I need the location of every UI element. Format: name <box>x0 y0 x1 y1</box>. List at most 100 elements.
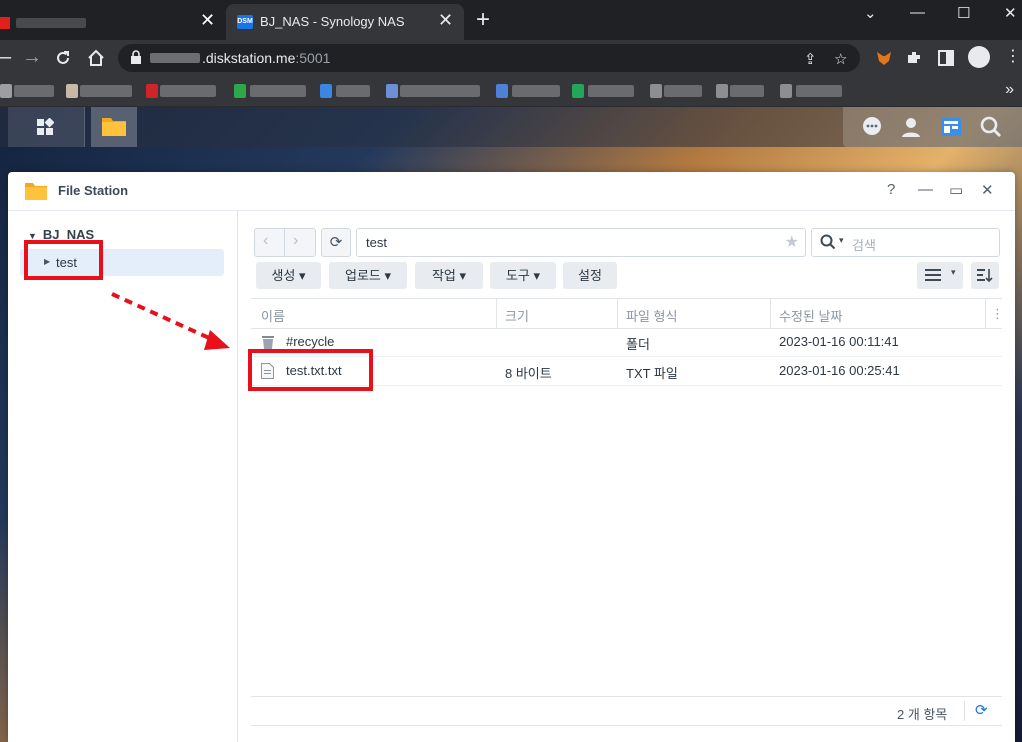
file-modified: 2023-01-16 00:11:41 <box>779 334 899 349</box>
column-name[interactable]: 이름 <box>261 306 285 325</box>
blurred-tab-title <box>16 18 86 28</box>
taskbar-file-station[interactable] <box>91 107 137 147</box>
dsm-favicon: DSM <box>237 15 253 29</box>
browser-tab-previous[interactable]: ✕ <box>0 4 222 40</box>
bookmark-favicon[interactable] <box>66 84 78 98</box>
bookmark-favicon[interactable] <box>780 84 792 98</box>
folder-icon <box>102 118 126 136</box>
search-icon[interactable] <box>980 116 1002 138</box>
column-size[interactable]: 크기 <box>505 306 529 325</box>
column-separator[interactable] <box>617 299 618 328</box>
maximize-window-icon[interactable]: ☐ <box>957 4 970 22</box>
bookmark-favicon[interactable] <box>716 84 728 98</box>
minimize-window-icon[interactable]: — <box>910 4 925 21</box>
bookmark-item[interactable] <box>160 85 216 97</box>
status-bar: 2 개 항목 ⟳ <box>251 696 1002 726</box>
more-bookmarks-icon[interactable]: » <box>1005 81 1014 99</box>
bookmark-favicon[interactable] <box>386 84 398 98</box>
column-separator[interactable] <box>496 299 497 328</box>
highlight-box-tree-item <box>24 240 103 280</box>
view-caret-icon[interactable]: ▾ <box>951 267 956 278</box>
bookmark-item[interactable] <box>730 85 764 97</box>
bookmark-item[interactable] <box>588 85 634 97</box>
metamask-icon[interactable] <box>874 48 894 68</box>
reload-icon[interactable] <box>54 49 72 67</box>
column-separator[interactable] <box>770 299 771 328</box>
annotation-arrow <box>111 292 230 350</box>
home-icon[interactable] <box>86 48 106 68</box>
extensions-puzzle-icon[interactable] <box>905 49 923 67</box>
file-list-header: 이름 크기 파일 형식 수정된 날짜 ⋮ <box>251 298 1004 329</box>
favorite-star-icon[interactable]: ★ <box>785 232 799 252</box>
bookmark-item[interactable] <box>250 85 306 97</box>
column-options-icon[interactable]: ⋮ <box>991 306 1004 322</box>
close-tab-icon[interactable]: ✕ <box>200 10 215 31</box>
column-separator[interactable] <box>985 299 986 328</box>
side-panel-icon[interactable] <box>938 50 954 66</box>
bookmark-item[interactable] <box>14 85 54 97</box>
path-text: test <box>366 235 387 250</box>
profile-avatar[interactable] <box>968 46 990 68</box>
upload-button[interactable]: 업로드 ▾ <box>329 262 407 289</box>
bookmark-favicon[interactable] <box>496 84 508 98</box>
maximize-icon[interactable]: ▭ <box>949 181 963 199</box>
view-mode-button[interactable]: ▾ <box>917 262 963 289</box>
bookmark-item[interactable] <box>400 85 480 97</box>
file-type: 폴더 <box>626 337 650 352</box>
main-menu-grid-icon[interactable] <box>36 118 54 136</box>
tab-search-chevron-icon[interactable]: ⌄ <box>864 4 877 22</box>
column-type[interactable]: 파일 형식 <box>626 306 677 325</box>
bookmark-favicon[interactable] <box>0 84 12 98</box>
forward-icon[interactable]: → <box>22 46 42 69</box>
minimize-icon[interactable]: — <box>918 181 933 198</box>
highlight-box-file <box>248 349 373 391</box>
bookmark-item[interactable] <box>336 85 370 97</box>
new-tab-icon[interactable]: + <box>476 6 490 34</box>
chrome-menu-icon[interactable]: ⋮ <box>1005 46 1021 66</box>
column-modified[interactable]: 수정된 날짜 <box>779 306 842 325</box>
search-options-caret-icon[interactable]: ▾ <box>839 235 844 246</box>
window-title: File Station <box>58 183 129 198</box>
user-icon[interactable] <box>900 116 922 138</box>
help-icon[interactable]: ? <box>887 181 895 198</box>
bookmark-item[interactable] <box>664 85 702 97</box>
file-name: #recycle <box>286 334 335 349</box>
bookmark-favicon[interactable] <box>234 84 246 98</box>
tab-title: BJ_NAS - Synology NAS <box>260 14 405 29</box>
bookmark-favicon[interactable] <box>572 84 584 98</box>
bookmark-favicon[interactable] <box>146 84 158 98</box>
browser-toolbar: – → .diskstation.me:5001 ⇪ ☆ ⋮ <box>0 40 1022 76</box>
refresh-icon[interactable]: ⟳ <box>975 701 988 719</box>
bookmark-favicon[interactable] <box>650 84 662 98</box>
bookmark-item[interactable] <box>796 85 842 97</box>
back-icon[interactable]: – <box>0 46 11 69</box>
close-icon[interactable]: ✕ <box>981 181 994 199</box>
window-title-bar[interactable]: File Station ? — ▭ ✕ <box>8 172 1015 211</box>
search-field[interactable]: ▾ 검색 <box>811 228 1000 257</box>
chat-icon[interactable] <box>861 116 883 138</box>
share-icon[interactable]: ⇪ <box>804 50 817 68</box>
blurred-host <box>150 53 200 63</box>
lock-icon <box>131 50 141 64</box>
settings-button[interactable]: 설정 <box>563 262 617 289</box>
bookmark-item[interactable] <box>512 85 560 97</box>
close-window-icon[interactable]: ✕ <box>1004 4 1017 22</box>
forward-arrow-icon[interactable]: › <box>293 232 298 250</box>
create-button[interactable]: 생성 ▾ <box>256 262 321 289</box>
bookmark-star-icon[interactable]: ☆ <box>834 50 847 68</box>
close-tab-icon[interactable]: ✕ <box>438 10 453 31</box>
tools-button[interactable]: 도구 ▾ <box>490 262 556 289</box>
favicon <box>0 17 10 29</box>
bookmark-favicon[interactable] <box>320 84 332 98</box>
bookmark-item[interactable] <box>80 85 132 97</box>
widgets-icon[interactable] <box>940 116 962 138</box>
path-field[interactable]: test ★ <box>356 228 806 257</box>
refresh-button[interactable]: ⟳ <box>321 228 351 257</box>
address-bar[interactable]: .diskstation.me:5001 ⇪ ☆ <box>118 44 860 72</box>
back-arrow-icon[interactable]: ‹ <box>263 232 268 250</box>
action-button[interactable]: 작업 ▾ <box>415 262 483 289</box>
sort-button[interactable] <box>971 262 999 289</box>
search-icon <box>820 234 836 250</box>
divider <box>284 229 285 256</box>
browser-tab-active[interactable]: DSM BJ_NAS - Synology NAS ✕ <box>226 4 464 40</box>
